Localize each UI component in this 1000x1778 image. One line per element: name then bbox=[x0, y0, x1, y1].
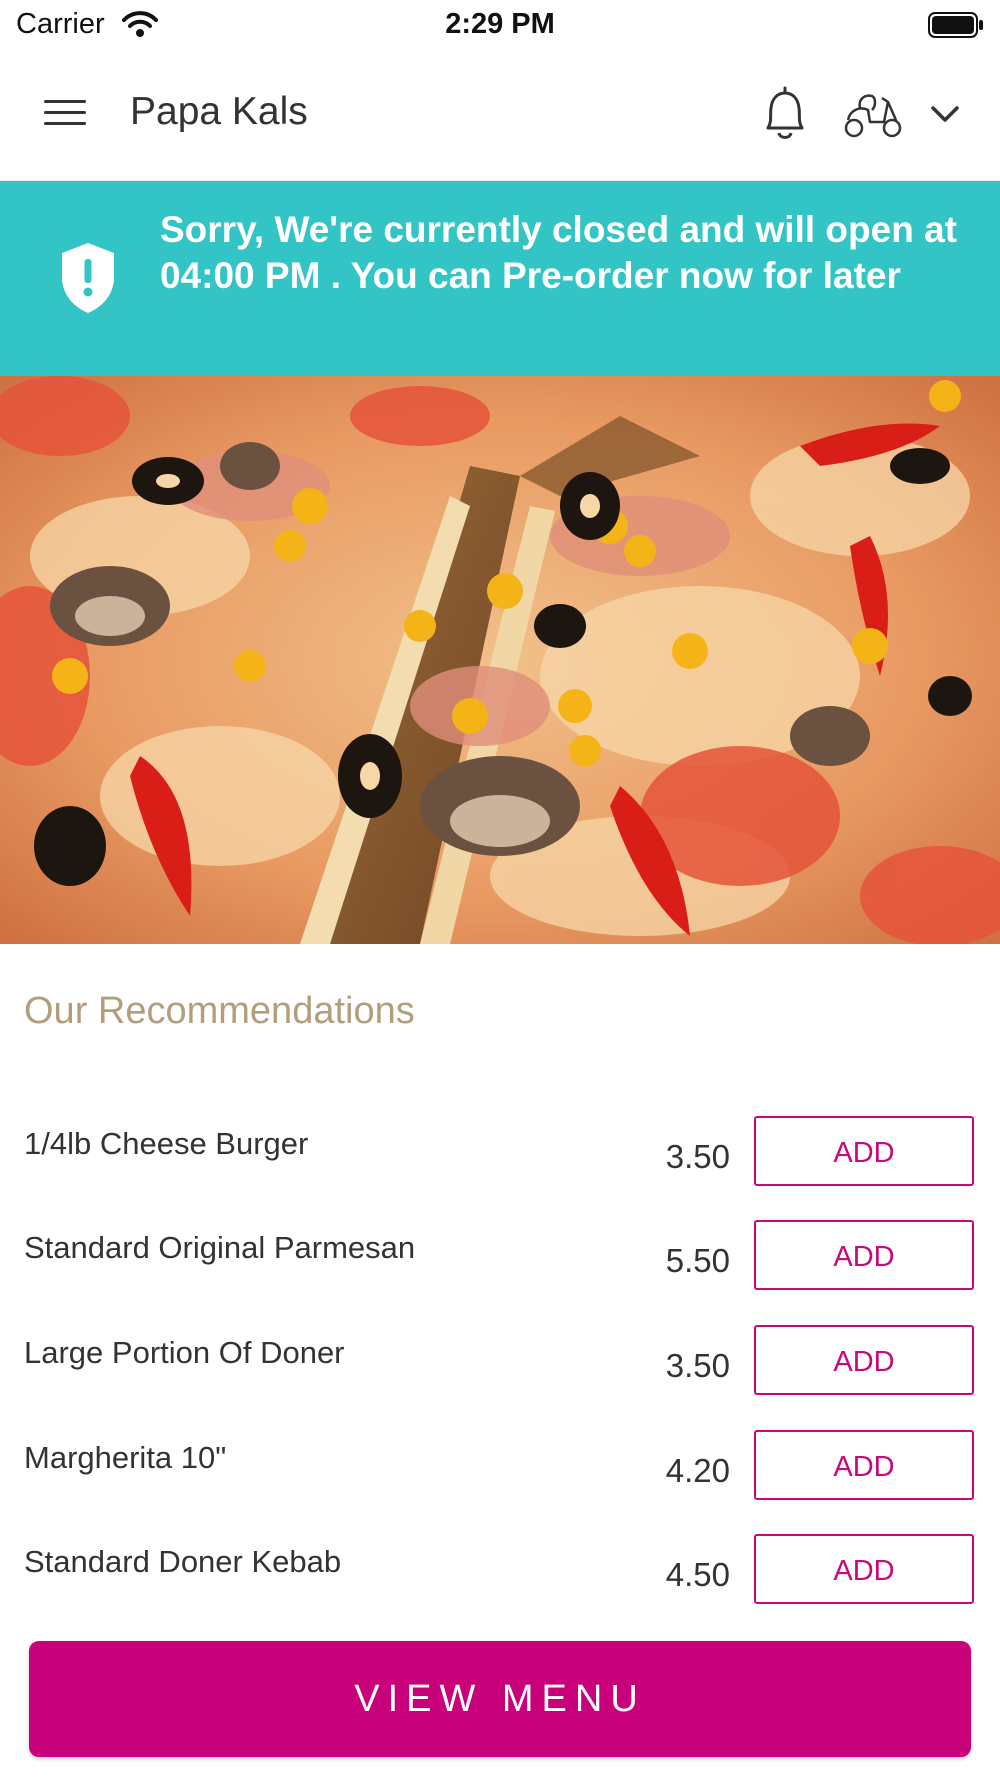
item-name: Margherita 10" bbox=[24, 1440, 227, 1475]
list-item: 1/4lb Cheese Burger 3.50 ADD bbox=[0, 1116, 1000, 1206]
list-item: Standard Original Parmesan 5.50 ADD bbox=[0, 1220, 1000, 1310]
item-name: 1/4lb Cheese Burger bbox=[24, 1126, 309, 1161]
item-price: 5.50 bbox=[665, 1242, 730, 1279]
menu-icon[interactable] bbox=[40, 92, 90, 132]
bell-icon[interactable] bbox=[758, 84, 812, 144]
status-bar: Carrier 2:29 PM bbox=[0, 0, 1000, 48]
item-price: 4.20 bbox=[665, 1452, 730, 1489]
battery-icon bbox=[928, 12, 983, 38]
page-title: Papa Kals bbox=[130, 90, 308, 133]
view-menu-button[interactable]: VIEW MENU bbox=[29, 1641, 971, 1757]
add-button[interactable]: ADD bbox=[754, 1430, 974, 1500]
list-item: Large Portion Of Doner 3.50 ADD bbox=[0, 1325, 1000, 1415]
add-button[interactable]: ADD bbox=[754, 1116, 974, 1186]
item-price: 3.50 bbox=[665, 1347, 730, 1384]
chevron-down-icon[interactable] bbox=[928, 100, 962, 128]
closed-message: Sorry, We're currently closed and will o… bbox=[160, 209, 957, 296]
add-button[interactable]: ADD bbox=[754, 1534, 974, 1604]
recommendations-heading: Our Recommendations bbox=[24, 990, 415, 1032]
item-name: Standard Original Parmesan bbox=[24, 1230, 416, 1265]
item-name: Standard Doner Kebab bbox=[24, 1544, 342, 1579]
scooter-icon[interactable] bbox=[842, 88, 904, 140]
add-button[interactable]: ADD bbox=[754, 1220, 974, 1290]
app-header: Papa Kals bbox=[0, 48, 1000, 180]
list-item: Standard Doner Kebab 4.50 ADD bbox=[0, 1534, 1000, 1624]
add-button[interactable]: ADD bbox=[754, 1325, 974, 1395]
closed-banner: Sorry, We're currently closed and will o… bbox=[0, 181, 1000, 376]
shield-alert-icon bbox=[62, 243, 114, 313]
list-item: Margherita 10" 4.20 ADD bbox=[0, 1430, 1000, 1520]
pizza-hero-image bbox=[0, 376, 1000, 944]
item-price: 4.50 bbox=[665, 1556, 730, 1593]
item-name: Large Portion Of Doner bbox=[24, 1335, 345, 1370]
item-price: 3.50 bbox=[665, 1138, 730, 1175]
status-time: 2:29 PM bbox=[445, 8, 555, 40]
